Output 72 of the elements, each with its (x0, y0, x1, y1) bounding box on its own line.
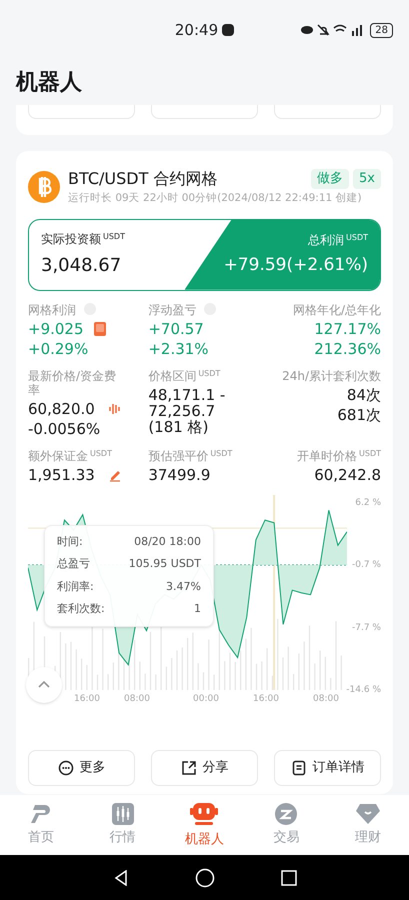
home-icon[interactable] (194, 868, 214, 888)
stat-label: 最新价格/资金费率 (28, 368, 118, 397)
bitcoin-logo-icon (28, 171, 60, 203)
tooltip-value: 105.95 USDT (128, 556, 201, 572)
stat-value: 681次 (337, 406, 381, 423)
tooltip-label: 总盈亏 (57, 556, 90, 572)
x-axis-label: 16:00 (74, 692, 100, 706)
stat-label: 预估强平价 $^{USDT}$ (148, 448, 232, 463)
gem-icon (356, 802, 380, 826)
runtime-text: 运行时长 09天 22小时 00分钟(2024/08/12 22:49:11 创建) (68, 191, 363, 206)
tooltip-value: 1 (194, 601, 201, 618)
stat-value: 60,242.8 (314, 466, 381, 483)
notification-icon (222, 24, 234, 36)
investment-label: 实际投资额 $^{USDT}$ (41, 231, 126, 248)
document-icon (290, 760, 306, 776)
candlestick-icon (110, 802, 135, 826)
more-icon (58, 760, 74, 776)
investment-value: 3,048.67 (41, 254, 122, 278)
tooltip-value: 08/20 18:00 (134, 534, 201, 550)
swap-icon (274, 802, 298, 826)
stat-label: 浮动盈亏 (148, 302, 196, 317)
back-icon[interactable] (112, 870, 128, 886)
stat-value: 212.36% (314, 340, 381, 357)
y-axis-label: -7.7 % (352, 622, 381, 633)
stat-value: 84次 (346, 386, 381, 403)
battery-indicator: 28 (370, 22, 394, 38)
stat-label: 网格利润 (28, 302, 76, 317)
stat-value: 127.17% (314, 320, 381, 337)
stat-label: 24h/累计套利次数 (282, 368, 381, 383)
x-axis-label: 00:00 (193, 692, 219, 706)
stat-value: 37499.9 (148, 466, 210, 483)
y-axis-label: 6.2 % (355, 498, 381, 508)
x-axis-label: 08:00 (313, 692, 339, 706)
stat-label: 网格年化/总年化 (292, 302, 381, 317)
tag: 5x (353, 169, 381, 189)
tab-bar-item[interactable]: 行情 (82, 795, 164, 855)
y-axis-label: -0.7 % (352, 560, 381, 570)
x-axis-label: 08:00 (124, 692, 150, 706)
page-title: 机器人 (16, 69, 82, 97)
tab-bar-item[interactable]: 交易 (245, 795, 328, 855)
stat-label: 价格区间 $^{USDT}$ (148, 368, 220, 383)
stat-label: 开单时价格 $^{USDT}$ (297, 448, 381, 463)
x-axis-label: 16:00 (253, 692, 279, 706)
tooltip-label: 时间: (57, 534, 83, 550)
action-button[interactable]: 更多 (28, 750, 135, 786)
collapse-button[interactable] (26, 666, 62, 703)
recents-icon[interactable] (280, 870, 296, 886)
tab-bar-item[interactable]: 理财 (327, 795, 409, 855)
tab-bar-item[interactable]: 首页 (0, 795, 82, 855)
action-button[interactable]: 分享 (151, 750, 258, 786)
y-axis-label: -14.6 % (346, 684, 381, 695)
stat-value: 1,951.33 (28, 466, 95, 483)
share-icon (180, 760, 196, 776)
voucher-icon (92, 320, 108, 337)
status-time: 20:49 (174, 20, 218, 41)
profit-label: 总利润 $^{USDT}$ (308, 232, 368, 249)
bot-title: BTC/USDT 合约网格 (68, 168, 218, 190)
stat-value: -0.0056% (28, 420, 100, 437)
tab-bar-item[interactable]: 机器人 (164, 795, 246, 855)
stat-value: 60,820.0 (28, 400, 95, 417)
tooltip-label: 利润率: (57, 578, 94, 595)
tooltip-value: 3.47% (166, 578, 201, 595)
tag: 做多 (311, 169, 350, 189)
stat-value: +2.31% (148, 340, 209, 357)
stat-value: +0.29% (28, 340, 88, 357)
tooltip-label: 套利次数: (57, 601, 105, 618)
action-button[interactable]: 订单详情 (274, 750, 381, 786)
stat-label: 额外保证金 $^{USDT}$ (28, 448, 112, 463)
stat-value: +9.025 (28, 320, 84, 337)
stat-value: 48,171.1 - 72,256.7 (181 格) (148, 386, 226, 435)
stat-value: +70.57 (148, 320, 204, 337)
profit-value: +79.59(+2.61%) (224, 254, 368, 277)
